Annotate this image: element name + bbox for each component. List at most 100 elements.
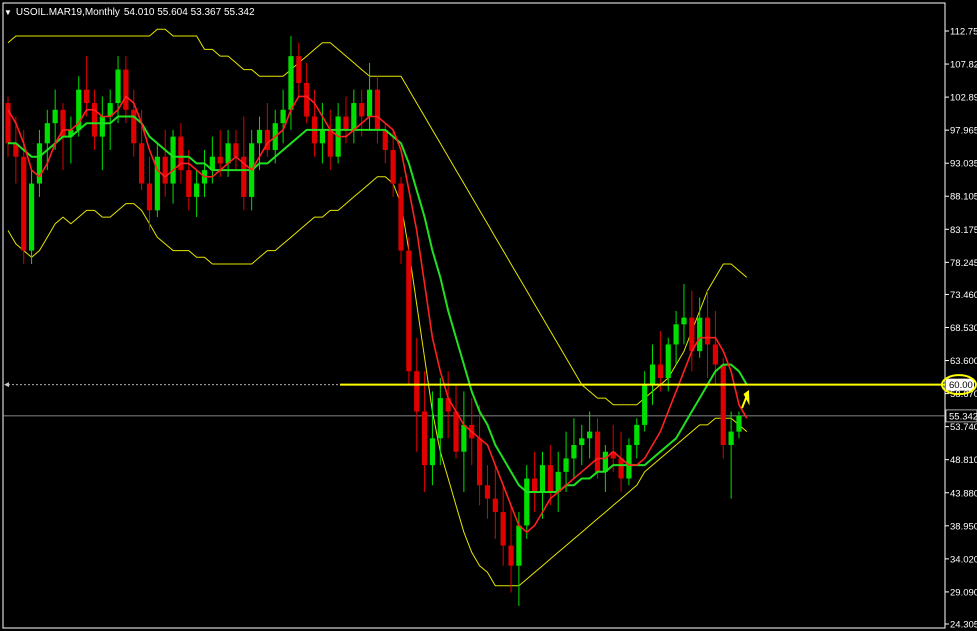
candle-bull: [225, 143, 231, 164]
candle-bear: [712, 344, 718, 365]
price-axis-label: 48.810: [950, 455, 977, 466]
candle-bull: [115, 69, 121, 104]
ma-fast-line: [7, 95, 748, 534]
candle-bull: [52, 109, 58, 124]
candle-bull: [351, 103, 357, 130]
candle-bear: [484, 485, 491, 499]
candle-bear: [359, 103, 365, 117]
candle-bear: [532, 478, 538, 492]
candle-bull: [99, 116, 105, 137]
candle-bull: [579, 438, 585, 446]
left-level-marker-icon: [4, 382, 9, 388]
candle-bear: [5, 103, 11, 144]
candle-bear: [131, 109, 137, 144]
candle-bear: [374, 89, 381, 130]
candle-bear: [421, 411, 428, 466]
candle-bull: [681, 317, 687, 325]
price-axis-label: 73.460: [950, 290, 977, 301]
candle-bull: [665, 344, 671, 378]
ohlc-values: 54.010 55.604 53.367 55.342: [123, 6, 255, 18]
candle-bull: [461, 424, 467, 452]
chart-header: ▼ USOIL.MAR19,Monthly 54.010 55.604 53.3…: [4, 4, 255, 20]
candle-bull: [571, 445, 577, 459]
price-axis-label: 88.105: [950, 192, 977, 203]
candle-bear: [492, 498, 498, 513]
price-axis-label: 68.530: [950, 323, 977, 334]
price-axis-label: 24.305: [950, 620, 977, 631]
candle-bear: [327, 129, 333, 157]
candle-bear: [720, 364, 726, 446]
candle-bear: [123, 69, 129, 110]
candle-bull: [194, 183, 200, 197]
candle-bear: [414, 371, 420, 412]
candle-bull: [319, 129, 325, 144]
symbol-timeframe: USOIL.MAR19,Monthly: [15, 6, 120, 18]
candle-bear: [508, 545, 514, 566]
candle-bull: [602, 451, 608, 472]
candle-bear: [162, 156, 168, 184]
candle-bull: [366, 89, 373, 117]
candle-bear: [618, 458, 624, 479]
price-axis-label: 78.245: [950, 258, 977, 269]
candle-bull: [524, 478, 530, 526]
candle-bull: [697, 317, 703, 352]
candle-bull: [437, 398, 443, 439]
candle-bear: [594, 431, 601, 472]
price-axis-label: 34.020: [950, 554, 977, 565]
candle-bear: [84, 89, 90, 104]
candle-bull: [642, 384, 648, 425]
candle-bear: [689, 317, 695, 352]
price-axis-label: 107.82: [950, 60, 977, 71]
triangle-down-icon[interactable]: ▼: [4, 8, 12, 17]
price-axis-label: 63.600: [950, 356, 977, 367]
current-price-label: 55.342: [949, 411, 977, 422]
candle-bear: [382, 129, 388, 151]
candle-bull: [728, 431, 734, 446]
candle-bear: [146, 183, 153, 211]
candle-bear: [296, 56, 302, 83]
candle-bear: [477, 438, 483, 486]
candle-bull: [555, 471, 561, 492]
price-axis-label: 112.75: [950, 27, 977, 38]
candle-bear: [343, 116, 349, 130]
price-chart[interactable]: 112.75 107.82 102.89 97.965 93.035 88.105 83.1…: [0, 0, 977, 631]
candle-bear: [21, 156, 27, 251]
candle-bull: [516, 525, 522, 566]
price-axis-label: 83.175: [950, 225, 977, 236]
candle-bear: [139, 143, 145, 184]
candle-bull: [288, 56, 294, 110]
candle-bear: [233, 143, 239, 157]
candle-bull: [44, 123, 50, 144]
candle-bull: [634, 424, 640, 446]
candle-bull: [673, 324, 679, 345]
price-axis-label: 53.740: [950, 422, 977, 433]
candle-bear: [398, 183, 404, 251]
plot-frame: [2, 2, 946, 629]
lower-band-line: [7, 176, 748, 587]
candle-bear: [657, 364, 663, 378]
candle-bear: [453, 411, 459, 452]
candle-bull: [429, 438, 436, 466]
candle-bear: [547, 465, 553, 492]
price-axis-label: 102.89: [950, 93, 977, 104]
candle-bear: [186, 170, 192, 197]
price-axis-label: 97.965: [950, 126, 977, 137]
candle-bear: [500, 512, 506, 546]
candle-bull: [626, 445, 632, 479]
candle-bull: [280, 109, 286, 124]
price-axis-label: 29.090: [950, 587, 977, 598]
candle-bear: [704, 317, 711, 345]
candle-bear: [217, 156, 223, 164]
candle-bear: [390, 150, 396, 184]
level-price-label: 60.00: [949, 380, 973, 391]
candle-bear: [304, 82, 310, 117]
candle-bull: [170, 136, 176, 184]
candle-bull: [736, 415, 742, 432]
price-axis-label: 43.880: [950, 488, 977, 499]
price-axis-label: 93.035: [950, 159, 977, 170]
candle-bear: [91, 103, 98, 137]
candle-bull: [587, 431, 593, 439]
candle-bull: [563, 458, 569, 472]
price-axis-label: 38.950: [950, 521, 977, 532]
candle-bear: [406, 250, 412, 372]
